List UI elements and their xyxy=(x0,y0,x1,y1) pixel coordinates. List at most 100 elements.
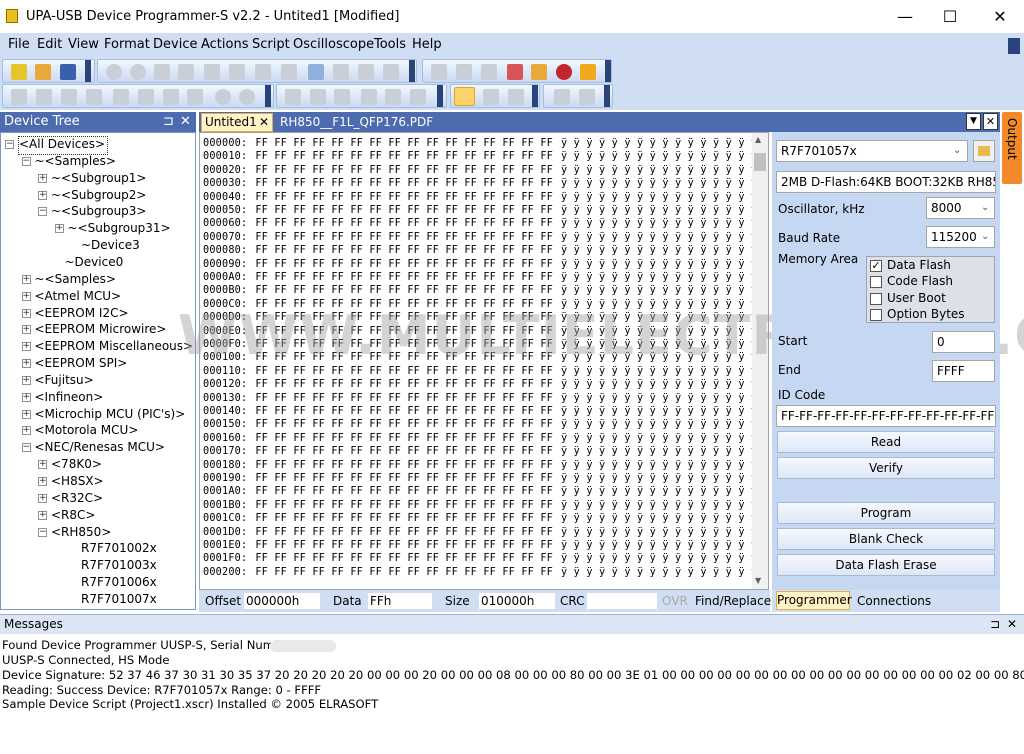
bold-icon[interactable] xyxy=(285,89,301,105)
hex-bytes[interactable]: FF FF FF FF FF FF FF FF FF FF FF FF FF F… xyxy=(255,205,553,216)
hex-bytes[interactable]: FF FF FF FF FF FF FF FF FF FF FF FF FF F… xyxy=(255,178,553,189)
menu-tools[interactable]: Tools xyxy=(374,37,406,52)
hex-row[interactable]: 000150: FF FF FF FF FF FF FF FF FF FF FF … xyxy=(203,418,757,431)
hex-bytes[interactable]: FF FF FF FF FF FF FF FF FF FF FF FF FF F… xyxy=(255,446,553,457)
fit-icon[interactable] xyxy=(61,89,77,105)
tree-item[interactable]: <Infineon> xyxy=(35,389,104,406)
measure-icon[interactable] xyxy=(508,89,524,105)
hex-row[interactable]: 000030: FF FF FF FF FF FF FF FF FF FF FF … xyxy=(203,177,757,190)
play-icon[interactable] xyxy=(554,89,570,105)
hex-row[interactable]: 000180: FF FF FF FF FF FF FF FF FF FF FF … xyxy=(203,459,757,472)
hex-bytes[interactable]: FF FF FF FF FF FF FF FF FF FF FF FF FF F… xyxy=(255,138,553,149)
hex-ascii[interactable]: ÿ ÿ ÿ ÿ ÿ ÿ ÿ ÿ ÿ ÿ ÿ ÿ ÿ ÿ ÿ ÿ xyxy=(561,379,757,390)
hex-bytes[interactable]: FF FF FF FF FF FF FF FF FF FF FF FF FF F… xyxy=(255,379,553,390)
hex-row[interactable]: 0000B0: FF FF FF FF FF FF FF FF FF FF FF … xyxy=(203,284,757,297)
tab-list-button[interactable]: ▼ xyxy=(966,113,981,130)
menu-script[interactable]: Script xyxy=(252,37,290,52)
tree-expander-icon[interactable]: + xyxy=(21,291,31,301)
tab-close-icon[interactable]: ✕ xyxy=(259,114,269,131)
hex-row[interactable]: 000040: FF FF FF FF FF FF FF FF FF FF FF … xyxy=(203,191,757,204)
hex-ascii[interactable]: ÿ ÿ ÿ ÿ ÿ ÿ ÿ ÿ ÿ ÿ ÿ ÿ ÿ ÿ ÿ ÿ xyxy=(561,232,757,243)
hex-bytes[interactable]: FF FF FF FF FF FF FF FF FF FF FF FF FF F… xyxy=(255,553,553,564)
hex-bytes[interactable]: FF FF FF FF FF FF FF FF FF FF FF FF FF F… xyxy=(255,419,553,430)
programmer-icon[interactable] xyxy=(531,64,547,80)
hex-bytes[interactable]: FF FF FF FF FF FF FF FF FF FF FF FF FF F… xyxy=(255,165,553,176)
hex-ascii[interactable]: ÿ ÿ ÿ ÿ ÿ ÿ ÿ ÿ ÿ ÿ ÿ ÿ ÿ ÿ ÿ ÿ xyxy=(561,192,757,203)
hex-ascii[interactable]: ÿ ÿ ÿ ÿ ÿ ÿ ÿ ÿ ÿ ÿ ÿ ÿ ÿ ÿ ÿ ÿ xyxy=(561,272,757,283)
tree-item[interactable]: R7F701002x xyxy=(81,540,157,557)
layout-icon[interactable] xyxy=(431,64,447,80)
hex-bytes[interactable]: FF FF FF FF FF FF FF FF FF FF FF FF FF F… xyxy=(255,245,553,256)
memory-option-checkbox[interactable] xyxy=(870,276,882,289)
tree-item[interactable]: ~Device3 xyxy=(81,237,140,254)
tree-item[interactable]: ~<Subgroup3> xyxy=(51,203,147,220)
hex-bytes[interactable]: FF FF FF FF FF FF FF FF FF FF FF FF FF F… xyxy=(255,232,553,243)
save-icon[interactable] xyxy=(60,64,76,80)
document-icon[interactable] xyxy=(308,64,324,80)
menu-edit[interactable]: Edit xyxy=(37,37,62,52)
tree-item[interactable]: <Microchip MCU (PIC's)> xyxy=(35,406,186,423)
hex-row[interactable]: 000070: FF FF FF FF FF FF FF FF FF FF FF … xyxy=(203,231,757,244)
hex-ascii[interactable]: ÿ ÿ ÿ ÿ ÿ ÿ ÿ ÿ ÿ ÿ ÿ ÿ ÿ ÿ ÿ ÿ xyxy=(561,406,757,417)
tree-item[interactable]: <EEPROM I2C> xyxy=(35,305,129,322)
messages-log[interactable]: Found Device Programmer UUSP-S, Serial N… xyxy=(0,635,1024,754)
hex-ascii[interactable]: ÿ ÿ ÿ ÿ ÿ ÿ ÿ ÿ ÿ ÿ ÿ ÿ ÿ ÿ ÿ ÿ xyxy=(561,527,757,538)
copy-icon[interactable] xyxy=(178,64,194,80)
hex-bytes[interactable]: FF FF FF FF FF FF FF FF FF FF FF FF FF F… xyxy=(255,272,553,283)
hex-row[interactable]: 0001D0: FF FF FF FF FF FF FF FF FF FF FF … xyxy=(203,526,757,539)
zoom-select-icon[interactable] xyxy=(483,89,499,105)
tree-item[interactable]: ~<Subgroup31> xyxy=(68,220,171,237)
output-side-tab[interactable]: Output xyxy=(1002,112,1022,184)
hex-bytes[interactable]: FF FF FF FF FF FF FF FF FF FF FF FF FF F… xyxy=(255,218,553,229)
hex-ascii[interactable]: ÿ ÿ ÿ ÿ ÿ ÿ ÿ ÿ ÿ ÿ ÿ ÿ ÿ ÿ ÿ ÿ xyxy=(561,486,757,497)
hex-ascii[interactable]: ÿ ÿ ÿ ÿ ÿ ÿ ÿ ÿ ÿ ÿ ÿ ÿ ÿ ÿ ÿ ÿ xyxy=(561,553,757,564)
blank-check-button[interactable]: Blank Check xyxy=(777,528,995,550)
stop-run-icon[interactable] xyxy=(579,89,595,105)
hex-ascii[interactable]: ÿ ÿ ÿ ÿ ÿ ÿ ÿ ÿ ÿ ÿ ÿ ÿ ÿ ÿ ÿ ÿ xyxy=(561,218,757,229)
italic-icon[interactable] xyxy=(310,89,326,105)
replace-icon[interactable] xyxy=(281,64,297,80)
hex-ascii[interactable]: ÿ ÿ ÿ ÿ ÿ ÿ ÿ ÿ ÿ ÿ ÿ ÿ ÿ ÿ ÿ ÿ xyxy=(561,366,757,377)
tree-expander-icon[interactable]: + xyxy=(21,325,31,335)
tree-expander-icon[interactable]: − xyxy=(38,207,47,217)
tree-item[interactable]: <NEC/Renesas MCU> xyxy=(35,439,165,456)
menu-actions[interactable]: Actions xyxy=(201,37,249,52)
hex-ascii[interactable]: ÿ ÿ ÿ ÿ ÿ ÿ ÿ ÿ ÿ ÿ ÿ ÿ ÿ ÿ ÿ ÿ xyxy=(561,419,757,430)
hex-bytes[interactable]: FF FF FF FF FF FF FF FF FF FF FF FF FF F… xyxy=(255,151,553,162)
memory-option-checkbox[interactable] xyxy=(870,292,882,305)
device-open-button[interactable] xyxy=(973,140,995,162)
next-icon[interactable] xyxy=(163,89,179,105)
tree-expander-icon[interactable]: + xyxy=(21,426,31,436)
hex-ascii[interactable]: ÿ ÿ ÿ ÿ ÿ ÿ ÿ ÿ ÿ ÿ ÿ ÿ ÿ ÿ ÿ ÿ xyxy=(561,500,757,511)
toolbar-grip[interactable] xyxy=(604,85,610,107)
tab-pdf[interactable]: RH850__F1L_QFP176.PDF xyxy=(280,115,433,129)
tree-item[interactable]: ~<Subgroup1> xyxy=(51,170,147,187)
hex-row[interactable]: 000000: FF FF FF FF FF FF FF FF FF FF FF … xyxy=(203,137,757,150)
underline-icon[interactable] xyxy=(334,89,350,105)
tree-expander-icon[interactable]: + xyxy=(21,342,31,352)
memory-option-checkbox[interactable] xyxy=(870,308,882,321)
chip-icon[interactable] xyxy=(481,64,497,80)
tree-item[interactable]: R7F701006x xyxy=(81,574,157,591)
hex-bytes[interactable]: FF FF FF FF FF FF FF FF FF FF FF FF FF F… xyxy=(255,527,553,538)
menu-oscilloscope[interactable]: Oscilloscope xyxy=(293,37,374,52)
tree-expander-icon[interactable]: − xyxy=(38,527,47,537)
hex-ascii[interactable]: ÿ ÿ ÿ ÿ ÿ ÿ ÿ ÿ ÿ ÿ ÿ ÿ ÿ ÿ ÿ ÿ xyxy=(561,205,757,216)
hex-bytes[interactable]: FF FF FF FF FF FF FF FF FF FF FF FF FF F… xyxy=(255,406,553,417)
tree-item[interactable]: <Motorola MCU> xyxy=(35,422,139,439)
binary-icon[interactable] xyxy=(358,64,374,80)
hex-row[interactable]: 000140: FF FF FF FF FF FF FF FF FF FF FF … xyxy=(203,405,757,418)
tree-item[interactable]: <RH850> xyxy=(51,524,111,541)
tree-item[interactable]: ~<Samples> xyxy=(35,271,116,288)
hex-ascii[interactable]: ÿ ÿ ÿ ÿ ÿ ÿ ÿ ÿ ÿ ÿ ÿ ÿ ÿ ÿ ÿ ÿ xyxy=(561,245,757,256)
checksum-icon[interactable] xyxy=(383,64,399,80)
menu-help[interactable]: Help xyxy=(412,37,442,52)
hex-ascii[interactable]: ÿ ÿ ÿ ÿ ÿ ÿ ÿ ÿ ÿ ÿ ÿ ÿ ÿ ÿ ÿ ÿ xyxy=(561,567,757,578)
tree-expander-icon[interactable]: + xyxy=(38,510,47,520)
tree-item[interactable]: <R8C> xyxy=(51,507,95,524)
close-icon[interactable]: ✕ xyxy=(1007,617,1017,631)
undo-icon[interactable] xyxy=(106,64,122,80)
hex-row[interactable]: 0001E0: FF FF FF FF FF FF FF FF FF FF FF … xyxy=(203,539,757,552)
align-left-icon[interactable] xyxy=(361,89,377,105)
start-input[interactable]: 0 xyxy=(932,331,995,353)
